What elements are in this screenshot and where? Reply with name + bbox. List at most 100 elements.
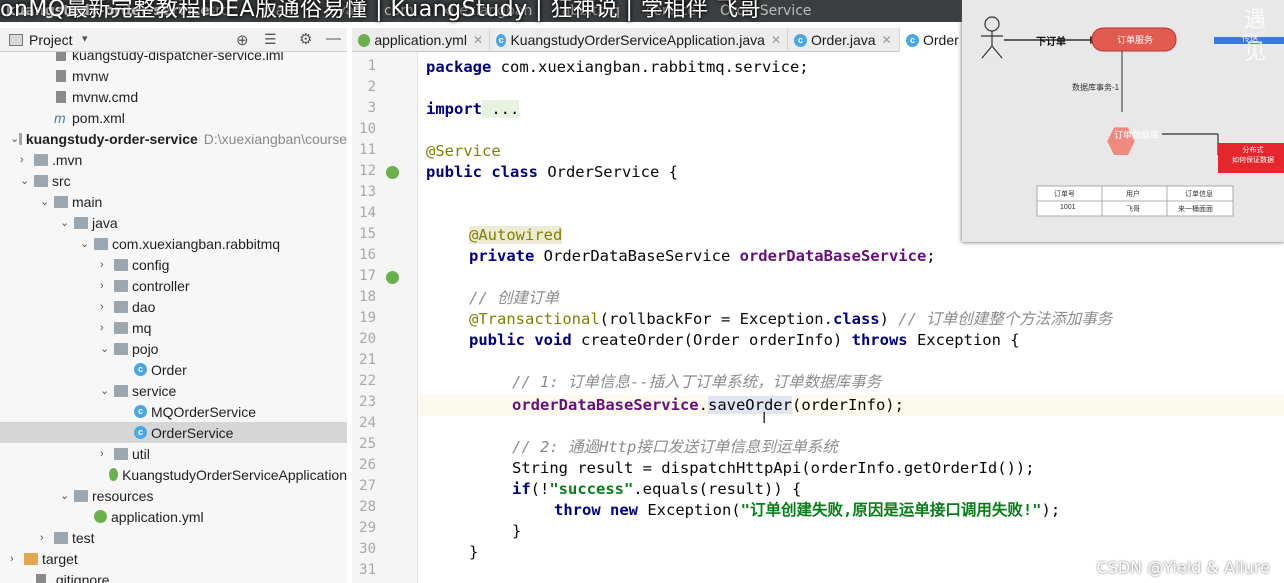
csdn-watermark: CSDN @Yield & Allure <box>1096 558 1271 577</box>
tree-item[interactable]: mvnw.cmd <box>0 86 347 107</box>
tree-item[interactable]: c MQOrderService <box>0 401 347 422</box>
line-number: 23 <box>359 394 376 410</box>
code-line-3: import ... <box>426 100 520 118</box>
tree-item-label: pojo <box>132 340 159 357</box>
line-number: 22 <box>359 373 376 389</box>
chevron-down-icon[interactable]: ⌄ <box>20 174 34 187</box>
code-line-30: } <box>469 543 479 561</box>
tree-item[interactable]: c OrderService <box>0 422 347 443</box>
tree-item[interactable]: KuangstudyOrderServiceApplication <box>0 464 347 485</box>
chevron-down-icon[interactable]: ⌄ <box>60 489 74 502</box>
tab-application-yml[interactable]: application.yml ✕ <box>352 28 490 52</box>
chevron-down-icon[interactable]: ▾ <box>82 32 88 45</box>
line-number: 15 <box>359 226 376 242</box>
close-icon[interactable]: ✕ <box>882 33 892 47</box>
target-folder-icon <box>24 552 38 565</box>
chevron-right-icon[interactable]: › <box>10 553 24 565</box>
tree-item-label: config <box>132 256 170 273</box>
tree-item[interactable]: › config <box>0 254 347 275</box>
line-number: 2 <box>367 79 376 95</box>
spring-bean-icon[interactable] <box>386 166 399 179</box>
spring-class-icon <box>109 468 119 481</box>
tree-item[interactable]: ⌄ service <box>0 380 347 401</box>
table-cell: 飞哥 <box>1126 206 1140 213</box>
tree-item[interactable]: ⌄ java <box>0 212 347 233</box>
chevron-right-icon[interactable]: › <box>100 448 114 460</box>
spring-bean-icon[interactable] <box>386 271 399 284</box>
line-number: 11 <box>359 142 376 158</box>
video-overlay: 下订单 订单服务 数据库事务-1 订单数据库 分布式 如何保证数据 传送 遇见 … <box>962 0 1284 242</box>
tree-item[interactable]: › dao <box>0 296 347 317</box>
tab-order-java[interactable]: c Order.java ✕ <box>788 28 900 52</box>
table-header: 订单信息 <box>1185 191 1213 198</box>
maven-icon: m <box>54 109 66 126</box>
code-line-20: public void createOrder(Order orderInfo)… <box>469 331 1020 349</box>
tree-item[interactable]: ⌄ pojo <box>0 338 347 359</box>
line-number: 30 <box>359 541 376 557</box>
module-folder-icon <box>19 132 22 145</box>
class-icon: c <box>906 33 919 47</box>
chevron-right-icon[interactable]: › <box>100 259 114 271</box>
chevron-right-icon[interactable]: › <box>20 154 34 166</box>
text-cursor-icon: I <box>762 410 767 427</box>
chevron-down-icon[interactable]: ⌄ <box>10 132 19 145</box>
tree-item[interactable]: application.yml <box>0 506 347 527</box>
tree-item[interactable]: › controller <box>0 275 347 296</box>
line-number: 17 <box>359 268 376 284</box>
project-panel-title[interactable]: Project <box>29 32 73 48</box>
package-icon <box>94 237 108 250</box>
tree-item[interactable]: ⌄ kuangstudy-order-service D:\xuexiangban\… <box>0 128 347 149</box>
code-line-1: package com.xuexiangban.rabbitmq.service… <box>426 58 809 76</box>
video-title-overlay: onMQ最新完整教程IDEA版通俗易懂 | KuangStudy | 狂神说 |… <box>0 0 761 22</box>
hide-panel-icon[interactable]: — <box>326 30 341 47</box>
tree-item-label: util <box>132 445 150 462</box>
tree-item[interactable]: › test <box>0 527 347 548</box>
tree-item-label: MQOrderService <box>151 403 257 420</box>
tree-item[interactable]: m pom.xml <box>0 107 347 128</box>
chevron-down-icon[interactable]: ⌄ <box>40 195 54 208</box>
code-line-11: @Service <box>426 142 501 160</box>
line-number: 3 <box>367 100 376 116</box>
tree-item[interactable]: ⌄ src <box>0 170 347 191</box>
tree-item[interactable]: › util <box>0 443 347 464</box>
project-view-icon[interactable] <box>9 34 23 46</box>
chevron-down-icon[interactable]: ⌄ <box>100 342 114 355</box>
code-line-23: orderDataBaseService.saveOrder(orderInfo… <box>512 396 904 414</box>
close-icon[interactable]: ✕ <box>771 33 781 47</box>
tree-item[interactable]: c Order <box>0 359 347 380</box>
editor-gutter: 1 2 3 10 11 12 13 14 15 16 17 18 19 20 21 22 23 24 25 26 27 2… <box>352 52 418 583</box>
tree-item[interactable]: kuangstudy-dispatcher-service.iml <box>0 52 347 65</box>
tree-item[interactable]: mvnw <box>0 65 347 86</box>
tab-kuangstudy-application[interactable]: c KuangstudyOrderServiceApplication.java… <box>490 28 788 52</box>
video-watermark: 遇见 <box>1244 7 1267 64</box>
locate-icon[interactable]: ⊕ <box>236 31 249 49</box>
chevron-down-icon[interactable]: ⌄ <box>80 237 94 250</box>
tree-item-label: main <box>72 193 103 210</box>
package-icon <box>114 321 128 334</box>
tree-item[interactable]: ⌄ main <box>0 191 347 212</box>
package-icon <box>114 258 128 271</box>
folder-icon <box>54 531 68 544</box>
chevron-right-icon[interactable]: › <box>40 532 54 544</box>
tree-item[interactable]: › mq <box>0 317 347 338</box>
chevron-down-icon[interactable]: ⌄ <box>60 216 74 229</box>
chevron-right-icon[interactable]: › <box>100 301 114 313</box>
close-icon[interactable]: ✕ <box>473 33 483 47</box>
line-number: 20 <box>359 331 376 347</box>
line-number: 28 <box>359 499 376 515</box>
line-number: 25 <box>359 436 376 452</box>
gear-icon[interactable]: ⚙ <box>299 30 312 48</box>
chevron-down-icon[interactable]: ⌄ <box>100 384 114 397</box>
line-number: 1 <box>367 58 376 74</box>
tree-item[interactable]: ⌄ com.xuexiangban.rabbitmq <box>0 233 347 254</box>
tree-item[interactable]: › .mvn <box>0 149 347 170</box>
resources-folder-icon <box>74 489 88 502</box>
chevron-right-icon[interactable]: › <box>100 280 114 292</box>
tree-item-label: dao <box>132 298 156 315</box>
db-label: 订单数据库 <box>1114 130 1160 140</box>
chevron-right-icon[interactable]: › <box>100 322 114 334</box>
tree-item[interactable]: › target <box>0 548 347 569</box>
collapse-icon[interactable]: ☰ <box>264 31 277 48</box>
tree-item[interactable]: .gitignore <box>0 569 347 583</box>
tree-item[interactable]: ⌄ resources <box>0 485 347 506</box>
